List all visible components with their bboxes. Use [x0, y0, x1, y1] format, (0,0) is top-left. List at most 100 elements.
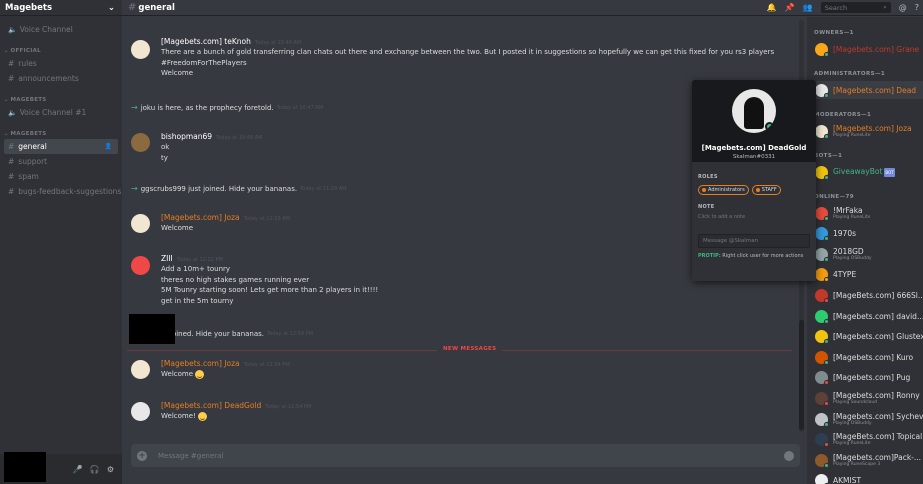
member-activity: Playing RuneScape 3 [833, 461, 881, 467]
join-text: ggscrubs999 just joined. Hide your banan… [140, 184, 298, 193]
username[interactable]: [Magebets.com] Joza [161, 359, 240, 368]
server-header[interactable]: Magebets ⌄ [0, 0, 122, 16]
timestamp: Today at 12:54 PM [243, 362, 290, 368]
avatar [815, 268, 829, 283]
user-profile-popout: [Magebets.com] DeadGold Skalman#0331 ROL… [692, 80, 816, 281]
gear-icon[interactable]: ⚙ [107, 465, 114, 474]
channel-sidebar: Magebets ⌄ 🔈 Voice Channel ⌄ OFFICIAL # rul… [0, 0, 122, 484]
message-text: There are a bunch of gold transferring c… [161, 48, 775, 56]
member-item[interactable]: [Magebets.com] Sychev Playing OSBuddy [807, 410, 923, 428]
username[interactable]: [Magebets.com] teKnoh [161, 37, 251, 46]
timestamp: Today at 12:54 PM [265, 404, 312, 410]
avatar[interactable] [131, 40, 150, 59]
member-name: [Magebets.com] Sychev [833, 411, 923, 421]
category-magebets-text[interactable]: ⌄ MAGEBETS [0, 128, 122, 139]
channel-rules[interactable]: # rules [0, 56, 122, 71]
bot-badge: BOT [884, 167, 895, 177]
arrow-right-icon: → [131, 103, 138, 112]
channel-label: Voice Channel #1 [19, 108, 87, 117]
discord-window: Magebets ⌄ 🔈 Voice Channel ⌄ OFFICIAL # rul… [0, 0, 923, 484]
group-header: BOTS—1 [814, 153, 843, 159]
profile-tag: Skalman#0331 [732, 154, 776, 160]
status-icon [824, 359, 829, 365]
member-item[interactable]: 2018GD Playing OSBuddy [807, 245, 923, 263]
avatar [815, 309, 829, 324]
avatar[interactable] [131, 133, 150, 152]
channel-general[interactable]: # general 👤 [4, 139, 118, 154]
member-item[interactable]: [Magebets.com] Kuro [807, 348, 923, 366]
message-composer[interactable]: + Message #general [131, 444, 800, 467]
avatar[interactable] [131, 402, 150, 421]
member-item[interactable]: !MrFaka Playing RuneLite [807, 204, 923, 222]
timestamp: Today at 12:54 PM [267, 331, 314, 337]
message-text: ok [161, 143, 170, 151]
upload-plus-icon[interactable]: + [137, 450, 147, 461]
mention-icon[interactable]: @ [899, 3, 907, 12]
message-text: ty [161, 153, 168, 162]
search-input[interactable]: Search ⌕ [820, 2, 891, 13]
member-item[interactable]: [Magebets.com] Pug [807, 369, 923, 387]
headphones-icon[interactable]: 🎧 [90, 465, 100, 474]
note-input[interactable]: Click to add a note [698, 214, 810, 220]
voice-channel-1[interactable]: 🔈 Voice Channel #1 [0, 105, 122, 120]
member-item[interactable]: [Magebets.com] Dead [807, 81, 923, 99]
member-item[interactable]: [Magebets.com] Ronny Playing Soundcloud [807, 389, 923, 407]
member-item[interactable]: GiveawayBot BOT [807, 163, 923, 181]
category-magebets-voice[interactable]: ⌄ MAGEBETS [0, 94, 122, 105]
microphone-icon[interactable]: 🎤 [73, 465, 83, 474]
username[interactable]: [Magebets.com] DeadGold [161, 401, 261, 410]
status-icon [824, 339, 829, 345]
member-name: 4TYPE [833, 270, 857, 280]
message-text: Add a 10m+ tounry [161, 265, 231, 273]
member-item[interactable]: AKMIST [807, 472, 923, 484]
member-name: [Magebets.com] Dead [833, 85, 917, 95]
timestamp: Today at 12:22 PM [176, 257, 223, 263]
bell-icon[interactable]: 🔔 [767, 3, 777, 12]
chevron-down-icon[interactable]: ⌄ [108, 3, 115, 13]
message: bishopman69 Today at 10:48 AM ok ty [122, 132, 782, 164]
channel-announcements[interactable]: # announcements [0, 71, 122, 86]
role-color-icon [755, 188, 760, 192]
avatar [815, 433, 829, 448]
category-official[interactable]: ⌄ OFFICIAL [0, 45, 122, 56]
member-name: [Magebets.com] Grane [833, 44, 920, 54]
arrow-right-icon: → [131, 184, 138, 193]
member-item[interactable]: [Magebets.com] Grane [807, 40, 923, 58]
member-item[interactable]: [MageBets.com] Topical Playing RuneLite [807, 431, 923, 449]
new-messages-divider: NEW MESSAGES [127, 346, 792, 352]
scrollbar-thumb[interactable] [799, 320, 804, 430]
member-item[interactable]: [Magebets.com] david... [807, 307, 923, 325]
username[interactable]: [Magebets.com] Joza [161, 213, 240, 222]
member-name: [Magebets.com] Glustex [833, 332, 923, 342]
emoji-picker-icon[interactable] [784, 450, 794, 461]
username[interactable]: ZIII [161, 254, 173, 263]
help-icon[interactable]: ? [915, 3, 919, 12]
username[interactable]: bishopman69 [161, 132, 212, 141]
member-activity: Playing OSBuddy [833, 420, 872, 426]
member-item[interactable]: 4TYPE [807, 266, 923, 284]
direct-message-input[interactable]: Message @Skalman [698, 234, 810, 248]
channel-spam[interactable]: # spam [0, 169, 122, 184]
avatar[interactable] [131, 214, 150, 233]
add-user-icon[interactable]: 👤 [105, 143, 112, 150]
timestamp: Today at 10:48 AM [216, 135, 263, 141]
channel-support[interactable]: # support [0, 154, 122, 169]
member-item[interactable]: 1970s [807, 225, 923, 243]
member-item[interactable]: [Magebets.com] Glustex [807, 328, 923, 346]
member-item[interactable]: [Magebets.com] Joza Playing RuneLite [807, 122, 923, 140]
member-item[interactable]: [Magebets.com]Pack-... Playing RuneScape … [807, 451, 923, 469]
avatar[interactable] [131, 360, 150, 379]
channel-bugs-feedback-suggestions[interactable]: # bugs-feedback-suggestions [0, 184, 122, 199]
category-label: OFFICIAL [10, 47, 41, 54]
header-toolbar: 🔔 📌 👥 Search ⌕ @ ? [767, 0, 923, 15]
avatar[interactable] [131, 256, 150, 275]
avatar [815, 288, 829, 303]
voice-channel[interactable]: 🔈 Voice Channel [0, 22, 122, 37]
avatar [815, 42, 829, 57]
members-icon[interactable]: 👥 [803, 3, 813, 12]
member-item[interactable]: [MageBets.com] 666Sl... [807, 286, 923, 304]
member-name: AKMIST [833, 476, 862, 484]
pin-icon[interactable]: 📌 [785, 3, 795, 12]
dm-placeholder: Message @Skalman [703, 238, 759, 244]
redacted-user [4, 452, 46, 482]
